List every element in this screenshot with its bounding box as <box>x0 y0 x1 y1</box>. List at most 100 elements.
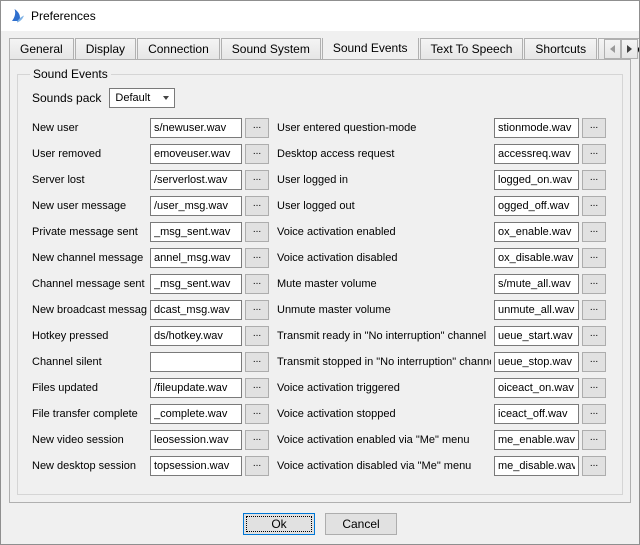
tab-scrollers <box>604 39 638 59</box>
sounds-pack-select[interactable]: Default <box>109 88 175 108</box>
sound-event-label: File transfer complete <box>32 408 147 420</box>
browse-button[interactable]: ... <box>245 196 269 216</box>
browse-button[interactable]: ... <box>582 430 606 450</box>
sound-event-label: Channel silent <box>32 356 147 368</box>
sound-file-input[interactable] <box>494 430 579 450</box>
sound-file-input[interactable] <box>494 404 579 424</box>
right-arrow-icon <box>627 45 632 53</box>
app-icon <box>9 8 25 24</box>
browse-button[interactable]: ... <box>582 378 606 398</box>
browse-button[interactable]: ... <box>245 222 269 242</box>
group-title: Sound Events <box>30 67 111 81</box>
tab-sound-events[interactable]: Sound Events <box>322 38 419 59</box>
sound-file-input[interactable] <box>494 196 579 216</box>
sound-event-label: Voice activation enabled <box>277 226 491 238</box>
events-columns: New user ... User removed ... Server los… <box>32 118 614 476</box>
tab-general[interactable]: General <box>9 38 74 59</box>
sound-file-input[interactable] <box>494 248 579 268</box>
browse-button[interactable]: ... <box>582 170 606 190</box>
browse-button[interactable]: ... <box>245 404 269 424</box>
sound-event-label: Desktop access request <box>277 148 491 160</box>
sound-file-input[interactable] <box>494 352 579 372</box>
tab-scroll-left-button[interactable] <box>604 39 621 59</box>
events-column-left: New user ... User removed ... Server los… <box>32 118 269 476</box>
browse-button[interactable]: ... <box>582 300 606 320</box>
browse-button[interactable]: ... <box>245 274 269 294</box>
left-arrow-icon <box>610 45 615 53</box>
sound-event-label: Files updated <box>32 382 147 394</box>
browse-button[interactable]: ... <box>245 144 269 164</box>
preferences-dialog: Preferences GeneralDisplayConnectionSoun… <box>0 0 640 545</box>
sound-file-input[interactable] <box>150 144 242 164</box>
tab-shortcuts[interactable]: Shortcuts <box>524 38 597 59</box>
sound-event-label: User removed <box>32 148 147 160</box>
sound-event-label: Transmit stopped in "No interruption" ch… <box>277 356 491 368</box>
sound-file-input[interactable] <box>494 118 579 138</box>
browse-button[interactable]: ... <box>582 222 606 242</box>
browse-button[interactable]: ... <box>245 378 269 398</box>
sound-file-input[interactable] <box>150 274 242 294</box>
dialog-footer: Ok Cancel <box>1 503 639 544</box>
sound-event-label: New desktop session <box>32 460 147 472</box>
sound-file-input[interactable] <box>494 170 579 190</box>
browse-button[interactable]: ... <box>582 404 606 424</box>
sound-event-label: Server lost <box>32 174 147 186</box>
sound-event-label: Voice activation enabled via "Me" menu <box>277 434 491 446</box>
browse-button[interactable]: ... <box>582 248 606 268</box>
sound-file-input[interactable] <box>150 300 242 320</box>
titlebar: Preferences <box>1 1 639 31</box>
browse-button[interactable]: ... <box>582 118 606 138</box>
browse-button[interactable]: ... <box>582 352 606 372</box>
sound-file-input[interactable] <box>494 222 579 242</box>
sound-file-input[interactable] <box>494 274 579 294</box>
browse-button[interactable]: ... <box>245 248 269 268</box>
tab-sound-system[interactable]: Sound System <box>221 38 321 59</box>
sound-event-label: User logged out <box>277 200 491 212</box>
sound-file-input[interactable] <box>494 378 579 398</box>
sound-file-input[interactable] <box>494 300 579 320</box>
cancel-button[interactable]: Cancel <box>325 513 397 535</box>
sound-file-input[interactable] <box>150 404 242 424</box>
sound-event-label: Transmit ready in "No interruption" chan… <box>277 330 491 342</box>
browse-button[interactable]: ... <box>245 170 269 190</box>
tab-text-to-speech[interactable]: Text To Speech <box>420 38 524 59</box>
sound-file-input[interactable] <box>150 196 242 216</box>
tab-connection[interactable]: Connection <box>137 38 220 59</box>
window-title: Preferences <box>31 9 96 23</box>
browse-button[interactable]: ... <box>582 274 606 294</box>
sound-file-input[interactable] <box>150 326 242 346</box>
browse-button[interactable]: ... <box>245 326 269 346</box>
browse-button[interactable]: ... <box>582 456 606 476</box>
ok-button[interactable]: Ok <box>243 513 315 535</box>
browse-button[interactable]: ... <box>245 118 269 138</box>
sound-event-label: Voice activation disabled via "Me" menu <box>277 460 491 472</box>
browse-button[interactable]: ... <box>245 430 269 450</box>
browse-button[interactable]: ... <box>245 352 269 372</box>
sound-event-label: Voice activation disabled <box>277 252 491 264</box>
sound-file-input[interactable] <box>150 430 242 450</box>
browse-button[interactable]: ... <box>245 300 269 320</box>
sound-file-input[interactable] <box>150 352 242 372</box>
sound-file-input[interactable] <box>494 144 579 164</box>
tab-scroll-right-button[interactable] <box>621 39 638 59</box>
tab-display[interactable]: Display <box>75 38 136 59</box>
sound-event-label: Hotkey pressed <box>32 330 147 342</box>
sound-file-input[interactable] <box>150 456 242 476</box>
browse-button[interactable]: ... <box>582 326 606 346</box>
sound-file-input[interactable] <box>150 248 242 268</box>
tab-pane: Sound Events Sounds pack Default New use… <box>9 59 631 503</box>
sound-file-input[interactable] <box>150 222 242 242</box>
sound-file-input[interactable] <box>150 118 242 138</box>
sound-file-input[interactable] <box>494 456 579 476</box>
browse-button[interactable]: ... <box>245 456 269 476</box>
tab-bar: GeneralDisplayConnectionSound SystemSoun… <box>1 38 639 59</box>
sound-file-input[interactable] <box>494 326 579 346</box>
sound-event-label: Channel message sent <box>32 278 147 290</box>
sound-event-label: New channel message <box>32 252 147 264</box>
sound-file-input[interactable] <box>150 378 242 398</box>
browse-button[interactable]: ... <box>582 144 606 164</box>
sound-event-label: New video session <box>32 434 147 446</box>
sounds-pack-row: Sounds pack Default <box>32 88 614 108</box>
sound-file-input[interactable] <box>150 170 242 190</box>
browse-button[interactable]: ... <box>582 196 606 216</box>
